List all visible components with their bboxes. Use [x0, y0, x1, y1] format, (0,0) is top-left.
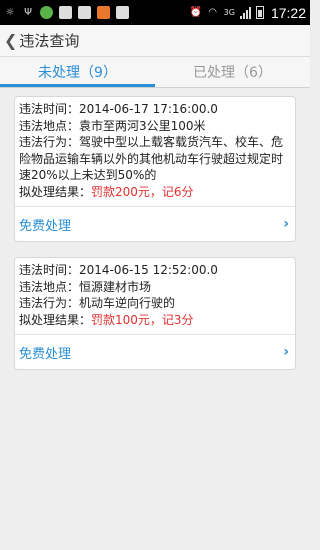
- violation-result-row: 拟处理结果：罚款100元，记3分: [19, 312, 291, 329]
- violation-behavior-value: 机动车逆向行驶的: [79, 296, 176, 310]
- violation-time-value: 2014-06-17 17:16:00.0: [79, 102, 218, 116]
- free-process-button[interactable]: 免费处理 ›: [19, 207, 291, 241]
- violation-behavior-label: 违法行为：: [19, 296, 80, 310]
- violation-card: 违法时间：2014-06-15 12:52:00.0 违法地点：恒源建材市场 违…: [14, 257, 296, 370]
- violation-place-label: 违法地点：: [19, 279, 80, 294]
- free-process-label: 免费处理: [19, 346, 72, 362]
- usb-icon: Ψ: [24, 7, 32, 18]
- violation-result-label: 拟处理结果：: [19, 184, 92, 199]
- title-bar: ❮ 违法查询: [0, 25, 310, 57]
- image-icon: [59, 6, 72, 19]
- active-tab-indicator: [0, 84, 155, 87]
- violation-behavior-row: 违法行为：机动车逆向行驶的: [19, 295, 291, 312]
- chevron-right-icon: ›: [283, 344, 289, 360]
- violation-place-row: 违法地点：袁市至两河3公里100米: [19, 118, 291, 135]
- brightness-icon: ☼: [5, 7, 15, 18]
- free-process-button[interactable]: 免费处理 ›: [19, 335, 291, 369]
- network-type: 3G: [223, 8, 235, 17]
- chevron-left-icon[interactable]: ❮: [4, 31, 17, 50]
- notification-icons: ☼ Ψ: [4, 6, 129, 19]
- app-icon: [97, 6, 110, 19]
- violation-place-label: 违法地点：: [19, 118, 80, 133]
- chevron-right-icon: ›: [283, 216, 289, 232]
- wechat-icon: [40, 6, 53, 19]
- alarm-icon: ⏰: [189, 7, 202, 18]
- signal-icon: [239, 6, 251, 19]
- violation-behavior-label: 违法行为：: [19, 135, 80, 149]
- tab-bar: 未处理（9） 已处理（6）: [0, 57, 310, 87]
- violation-time-label: 违法时间：: [19, 263, 80, 277]
- violation-result-value: 罚款100元，记3分: [91, 312, 194, 327]
- violation-time-label: 违法时间：: [19, 102, 80, 116]
- image-icon: [78, 6, 91, 19]
- violation-time-row: 违法时间：2014-06-17 17:16:00.0: [19, 101, 291, 118]
- violation-place-value: 恒源建材市场: [79, 279, 152, 294]
- wifi-icon: ◠: [208, 7, 218, 18]
- violation-list: 违法时间：2014-06-17 17:16:00.0 违法地点：袁市至两河3公里…: [0, 88, 310, 370]
- tab-processed[interactable]: 已处理（6）: [155, 57, 310, 87]
- battery-icon: [255, 6, 264, 19]
- violation-time-row: 违法时间：2014-06-15 12:52:00.0: [19, 262, 291, 279]
- violation-time-value: 2014-06-15 12:52:00.0: [79, 263, 218, 277]
- free-process-label: 免费处理: [19, 218, 72, 234]
- violation-result-label: 拟处理结果：: [19, 312, 92, 327]
- status-bar: ☼ Ψ ⏰ ◠ 3G 17:22: [0, 0, 310, 25]
- violation-place-value: 袁市至两河3公里100米: [79, 118, 206, 133]
- violation-place-row: 违法地点：恒源建材市场: [19, 279, 291, 296]
- violation-behavior-row: 违法行为：驾驶中型以上载客载货汽车、校车、危险物品运输车辆以外的其他机动车行驶超…: [19, 134, 291, 184]
- violation-result-value: 罚款200元，记6分: [91, 184, 194, 199]
- violation-result-row: 拟处理结果：罚款200元，记6分: [19, 184, 291, 201]
- violation-card: 违法时间：2014-06-17 17:16:00.0 违法地点：袁市至两河3公里…: [14, 96, 296, 242]
- tab-unprocessed[interactable]: 未处理（9）: [0, 57, 155, 87]
- page-title: 违法查询: [19, 32, 80, 50]
- clipboard-icon: [116, 6, 129, 19]
- clock: 17:22: [270, 4, 306, 21]
